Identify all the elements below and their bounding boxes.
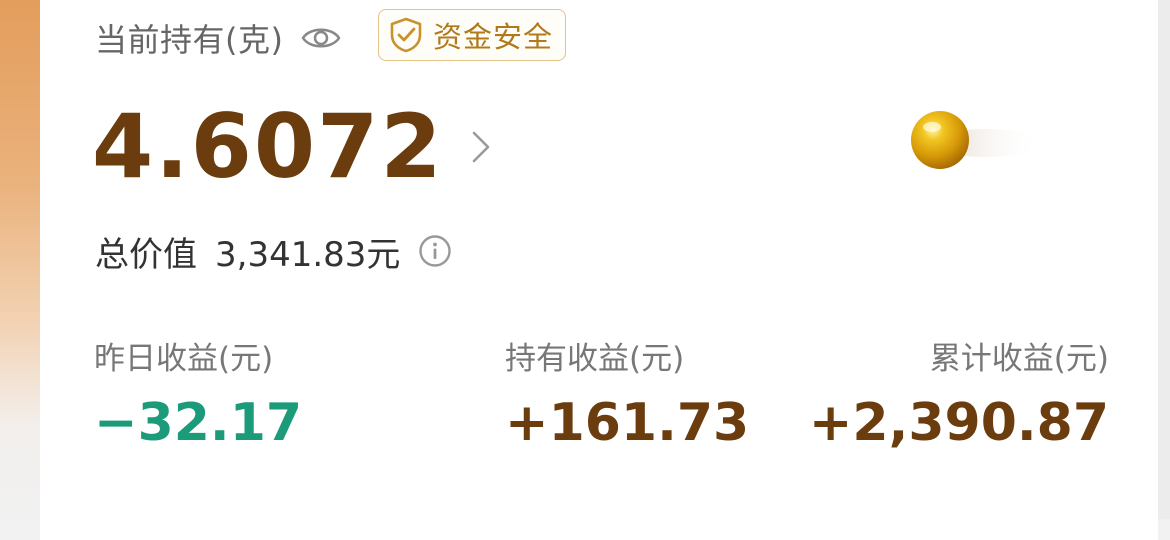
yesterday-earnings-label: 昨日收益(元) (94, 341, 274, 377)
holding-earnings-label: 持有收益(元) (505, 341, 685, 377)
info-icon[interactable] (418, 234, 452, 268)
holdings-grams: 4.6072 (92, 95, 444, 198)
badge-text: 资金安全 (433, 20, 554, 54)
holdings-amount-row[interactable]: 4.6072 (92, 92, 494, 202)
total-value-row: 总价值 3,341.83元 (95, 224, 452, 278)
cumulative-earnings-label: 累计收益(元) (929, 341, 1109, 377)
total-value-label: 总价值 (95, 234, 197, 275)
holdings-header: 当前持有(克) (95, 12, 341, 64)
gold-ball-icon (905, 105, 1045, 175)
header-title: 当前持有(克) (95, 21, 284, 59)
yesterday-earnings-value: −32.17 (94, 393, 303, 453)
eye-icon[interactable] (301, 25, 341, 51)
right-background-strip (1158, 0, 1170, 519)
left-background-strip (0, 0, 40, 519)
holding-earnings-value: +161.73 (505, 393, 750, 453)
shield-check-icon (389, 17, 423, 53)
cumulative-earnings-value: +2,390.87 (808, 393, 1109, 453)
total-value-amount: 3,341.83元 (215, 234, 401, 275)
fund-safety-badge[interactable]: 资金安全 (378, 9, 566, 61)
chevron-right-icon[interactable] (470, 127, 494, 167)
